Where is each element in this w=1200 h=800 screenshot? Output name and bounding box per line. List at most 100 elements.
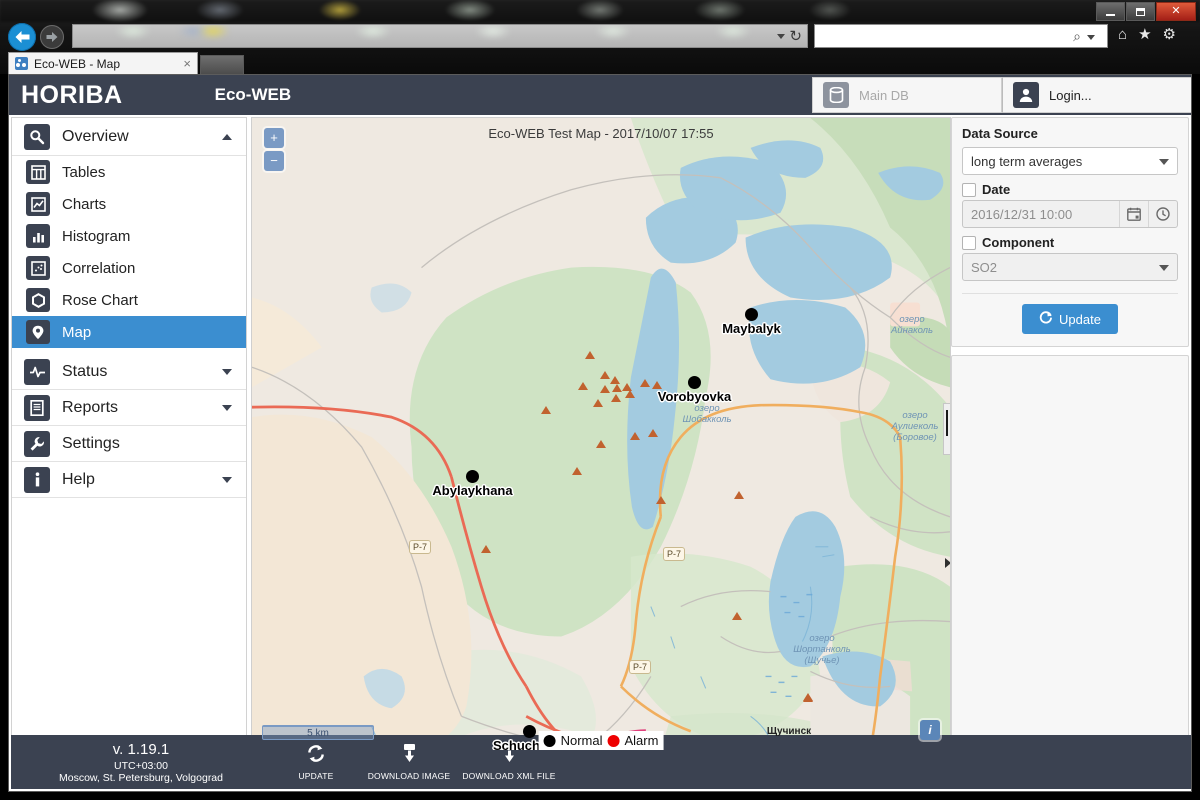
forward-arrow-icon[interactable] — [40, 25, 64, 49]
chevron-up-icon[interactable] — [222, 133, 232, 140]
data-source-value: long term averages — [971, 153, 1083, 169]
zoom-out-button[interactable]: − — [264, 151, 284, 171]
site-favicon-icon — [15, 57, 28, 70]
station-status-dot — [688, 376, 701, 389]
sidebar-group-label-reports: Reports — [62, 398, 119, 416]
date-value: 2016/12/31 10:00 — [971, 206, 1073, 222]
component-checkbox-row[interactable]: Component — [962, 235, 1178, 250]
browser-chrome: ✕ ↻ ⌕ ⌂ ★ ⚙ Eco-WEB - Map × — [0, 0, 1200, 74]
browser-tab[interactable]: Eco-WEB - Map × — [8, 52, 198, 74]
clock-icon[interactable] — [1148, 201, 1177, 227]
zoom-in-button[interactable]: + — [264, 128, 284, 148]
road-shield: P-7 — [409, 540, 432, 554]
map-station-marker[interactable]: Abylaykhana — [432, 470, 513, 498]
address-bar-blurred-content — [73, 25, 807, 47]
magnifier-icon — [24, 123, 50, 150]
peak-marker-icon — [610, 376, 620, 384]
app-title: Eco-WEB — [214, 85, 292, 104]
sidebar-group-overview[interactable]: Overview — [12, 118, 246, 156]
browser-nav-row: ↻ ⌕ ⌂ ★ ⚙ — [0, 22, 1200, 52]
chevron-down-icon[interactable] — [222, 476, 232, 483]
version-block: v. 1.19.1 UTC+03:00 Moscow, St. Petersbu… — [11, 741, 271, 784]
timezone-cities-label: Moscow, St. Petersburg, Volgograd — [58, 771, 223, 784]
sidebar-group-settings[interactable]: Settings — [12, 426, 246, 462]
station-label: Maybalyk — [722, 321, 781, 336]
legend-label-alarm: Alarm — [624, 733, 659, 748]
gear-icon[interactable]: ⚙ — [1163, 26, 1176, 44]
refresh-icon — [1039, 310, 1053, 328]
chevron-down-icon[interactable] — [222, 368, 232, 375]
sidebar-item-charts[interactable]: Charts — [12, 188, 246, 220]
app-header: HORIBA Eco-WEB Main DB Login... — [9, 75, 1191, 115]
tab-close-icon[interactable]: × — [183, 57, 191, 70]
sidebar-item-histogram[interactable]: Histogram — [12, 220, 246, 252]
component-checkbox[interactable] — [962, 235, 976, 250]
sidebar-item-tables[interactable]: Tables — [12, 156, 246, 188]
sidebar-group-label-settings: Settings — [62, 434, 120, 452]
scatter-icon — [26, 256, 50, 280]
map-place-label: озеро Айнаколь — [890, 314, 934, 336]
header-buttons: Main DB Login... — [812, 77, 1191, 113]
bar-chart-icon — [26, 224, 50, 248]
date-checkbox[interactable] — [962, 182, 976, 197]
chevron-down-icon[interactable] — [1159, 159, 1169, 165]
wrench-icon — [24, 430, 50, 457]
footer-download-image-label: DOWNLOAD IMAGE — [367, 771, 451, 781]
map-station-marker[interactable]: Maybalyk — [722, 308, 781, 336]
map-info-button[interactable]: i — [920, 720, 940, 740]
date-checkbox-row[interactable]: Date — [962, 182, 1178, 197]
search-input[interactable]: ⌕ — [814, 24, 1108, 48]
reload-icon[interactable]: ↻ — [789, 29, 802, 45]
sidebar-item-rose-chart[interactable]: Rose Chart — [12, 284, 246, 316]
station-status-dot — [745, 308, 758, 321]
update-button[interactable]: Update — [1022, 304, 1118, 334]
map-container[interactable]: Eco-WEB Test Map - 2017/10/07 17:55 + − — [251, 117, 951, 751]
data-source-select[interactable]: long term averages — [962, 147, 1178, 175]
sidebar-group-status[interactable]: Status — [12, 354, 246, 390]
favorites-star-icon[interactable]: ★ — [1138, 26, 1151, 44]
sidebar-item-correlation[interactable]: Correlation — [12, 252, 246, 284]
minimize-button[interactable] — [1096, 2, 1125, 21]
map-legend: Normal Alarm — [538, 731, 664, 750]
login-button[interactable]: Login... — [1002, 77, 1191, 113]
panel-collapse-handle[interactable] — [943, 403, 950, 455]
sidebar-item-map[interactable]: Map — [12, 316, 246, 348]
map-pin-icon — [26, 320, 50, 344]
sidebar-group-help[interactable]: Help — [12, 462, 246, 498]
legend-label-normal: Normal — [560, 733, 603, 748]
calendar-icon[interactable] — [1119, 201, 1148, 227]
station-status-dot — [466, 470, 479, 483]
peak-marker-icon — [625, 390, 635, 398]
sidebar-group-reports[interactable]: Reports — [12, 390, 246, 426]
chevron-down-icon[interactable] — [777, 34, 785, 39]
peak-marker-icon — [593, 399, 603, 407]
component-select[interactable]: SO2 — [962, 253, 1178, 281]
peak-marker-icon — [630, 432, 640, 440]
peak-marker-icon — [585, 351, 595, 359]
timezone-label: UTC+03:00 — [114, 759, 168, 772]
map-place-label: озеро Аулиеколь (Боровое) — [891, 410, 939, 443]
search-chevron-down-icon[interactable] — [1087, 35, 1095, 40]
address-bar[interactable]: ↻ — [72, 24, 808, 48]
back-arrow-icon[interactable] — [8, 23, 36, 51]
footer-update-button[interactable]: UPDATE — [275, 744, 357, 781]
map-zoom-controls[interactable]: + − — [264, 128, 284, 174]
close-window-button[interactable]: ✕ — [1156, 2, 1196, 21]
sidebar-item-label-histogram: Histogram — [62, 227, 131, 245]
date-input[interactable]: 2016/12/31 10:00 — [962, 200, 1178, 228]
window-controls[interactable]: ✕ — [1096, 2, 1196, 21]
map-station-marker[interactable]: Schuchinsk — [493, 725, 566, 750]
chevron-down-icon[interactable] — [222, 404, 232, 411]
maximize-button[interactable] — [1126, 2, 1155, 21]
secondary-panel-card — [951, 355, 1189, 745]
footer-download-image-button[interactable]: DOWNLOAD IMAGE — [361, 743, 457, 781]
chevron-down-icon[interactable] — [1159, 265, 1169, 271]
sidebar-group-label-overview: Overview — [62, 127, 129, 145]
map-station-marker[interactable]: Vorobyovka — [658, 376, 731, 404]
line-chart-icon — [26, 192, 50, 216]
hexagon-icon — [26, 288, 50, 312]
main-db-button[interactable]: Main DB — [812, 77, 1002, 113]
new-tab-button[interactable] — [200, 55, 244, 74]
home-icon[interactable]: ⌂ — [1118, 26, 1127, 44]
database-icon — [823, 82, 849, 108]
